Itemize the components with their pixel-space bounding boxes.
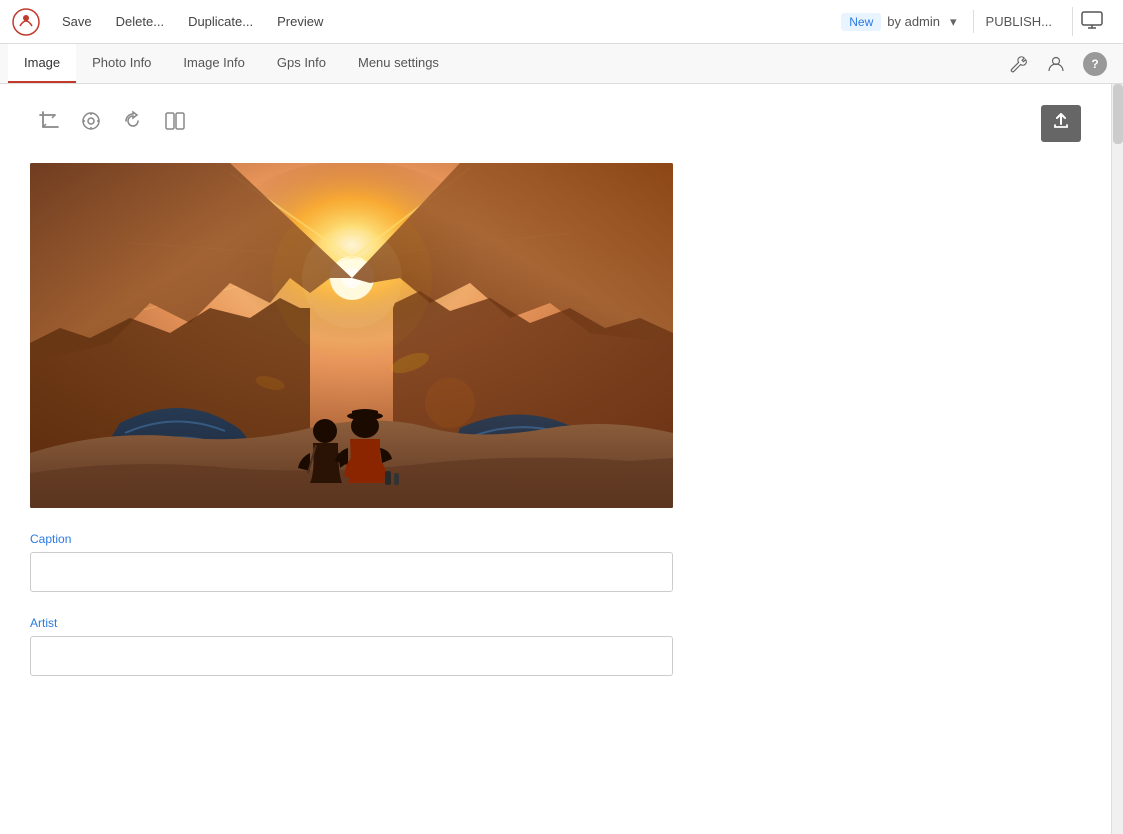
caption-field-group: Caption bbox=[30, 532, 1081, 592]
image-preview-wrap bbox=[30, 163, 673, 508]
publish-button[interactable]: PUBLISH... bbox=[973, 10, 1064, 33]
caption-input[interactable] bbox=[30, 552, 673, 592]
monitor-icon[interactable] bbox=[1072, 7, 1111, 36]
image-toolbar bbox=[30, 104, 1081, 143]
help-button[interactable]: ? bbox=[1083, 52, 1107, 76]
caption-label: Caption bbox=[30, 532, 1081, 546]
tab-image-info[interactable]: Image Info bbox=[167, 44, 260, 83]
user-icon[interactable] bbox=[1037, 44, 1075, 83]
main-content: Caption Artist bbox=[0, 84, 1123, 834]
app-logo[interactable] bbox=[12, 8, 40, 36]
editor-panel: Caption Artist bbox=[0, 84, 1111, 834]
crop-tool-button[interactable] bbox=[30, 104, 68, 143]
save-button[interactable]: Save bbox=[52, 10, 102, 33]
tab-image[interactable]: Image bbox=[8, 44, 76, 83]
preview-button[interactable]: Preview bbox=[267, 10, 333, 33]
tab-bar: Image Photo Info Image Info Gps Info Men… bbox=[0, 44, 1123, 84]
status-by: by admin bbox=[887, 14, 940, 29]
tab-menu-settings[interactable]: Menu settings bbox=[342, 44, 455, 83]
tab-photo-info[interactable]: Photo Info bbox=[76, 44, 167, 83]
focus-tool-button[interactable] bbox=[72, 104, 110, 143]
artist-field-group: Artist bbox=[30, 616, 1081, 676]
status-badge: New bbox=[841, 13, 881, 31]
rotate-tool-button[interactable] bbox=[114, 104, 152, 143]
artist-input[interactable] bbox=[30, 636, 673, 676]
tab-gps-info[interactable]: Gps Info bbox=[261, 44, 342, 83]
duplicate-button[interactable]: Duplicate... bbox=[178, 10, 263, 33]
upload-button[interactable] bbox=[1041, 105, 1081, 142]
image-preview bbox=[30, 163, 673, 508]
delete-button[interactable]: Delete... bbox=[106, 10, 174, 33]
scrollbar-thumb[interactable] bbox=[1113, 84, 1123, 144]
status-dropdown-arrow[interactable]: ▾ bbox=[946, 10, 961, 34]
scrollbar-track[interactable] bbox=[1111, 84, 1123, 834]
compare-tool-button[interactable] bbox=[156, 104, 194, 143]
top-toolbar: Save Delete... Duplicate... Preview New … bbox=[0, 0, 1123, 44]
artist-label: Artist bbox=[30, 616, 1081, 630]
wrench-icon[interactable] bbox=[999, 44, 1037, 83]
status-area: New by admin ▾ bbox=[841, 10, 960, 34]
